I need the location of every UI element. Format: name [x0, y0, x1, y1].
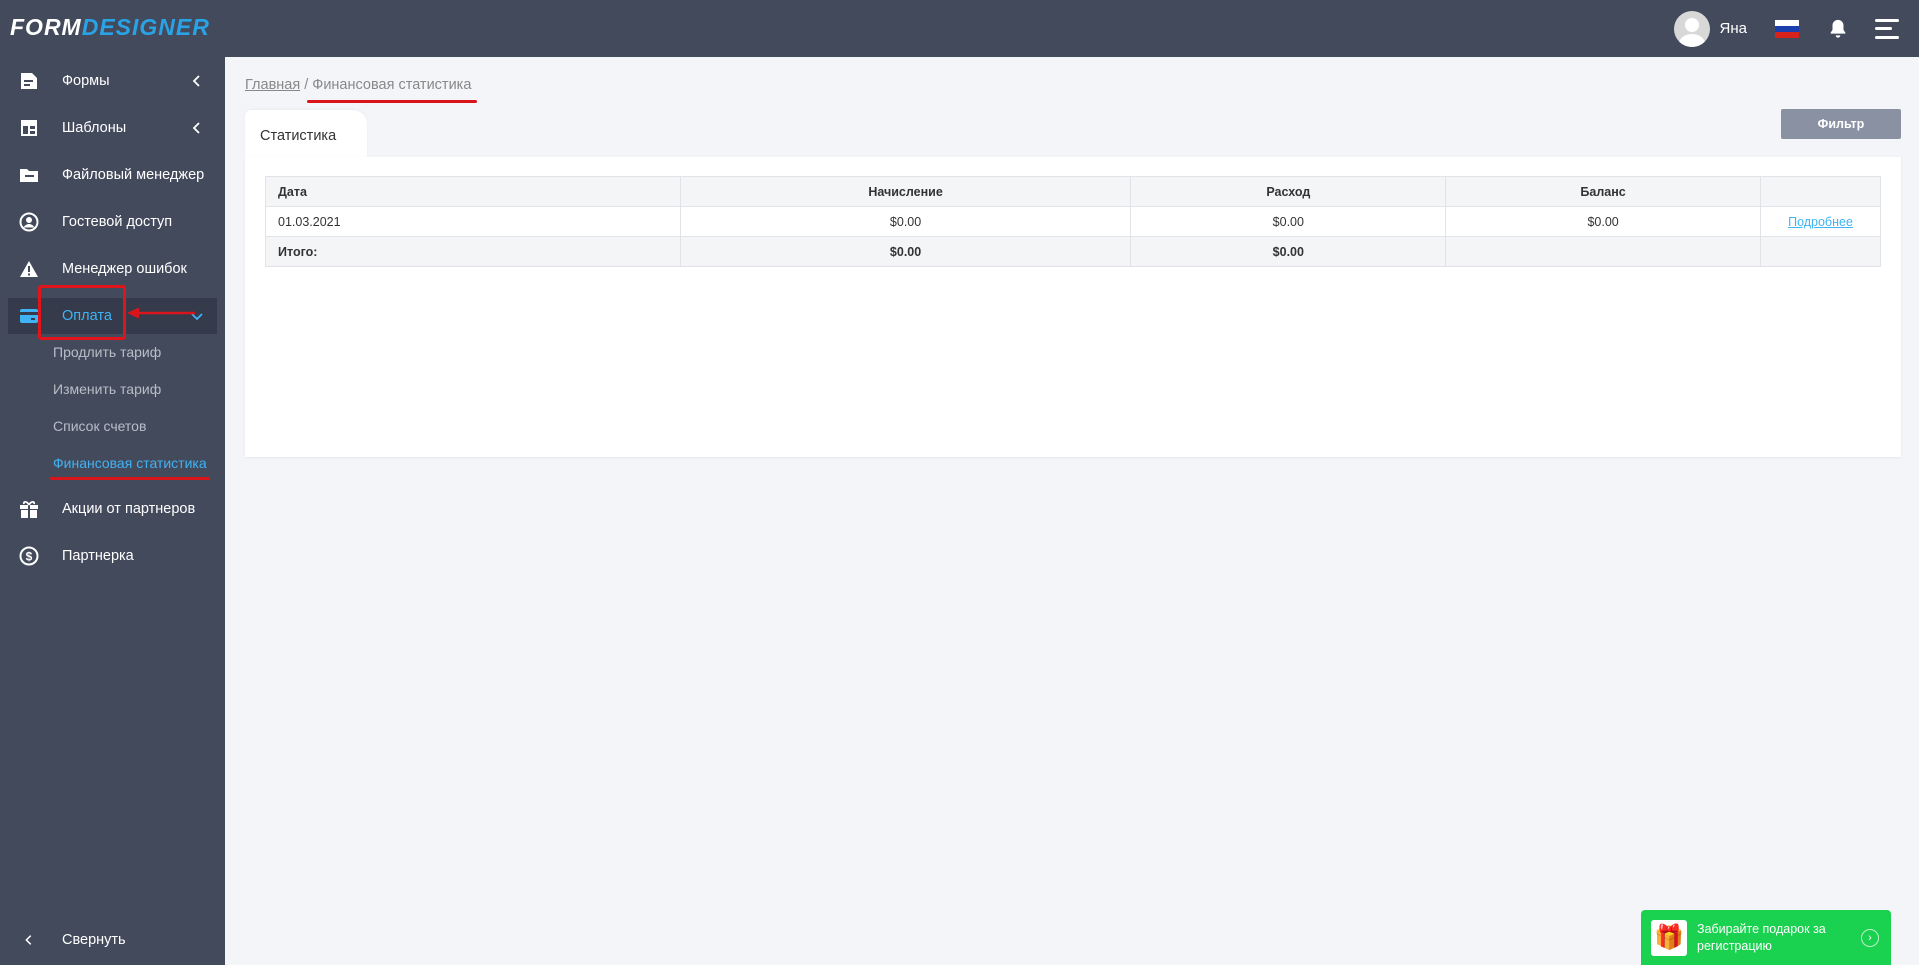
sidebar-item-forms[interactable]: Формы [8, 63, 217, 99]
logo-text-designer: DESIGNER [81, 14, 210, 40]
sidebar-item-label: Файловый менеджер [62, 167, 205, 183]
total-actions [1759, 236, 1882, 267]
total-accrual: $0.00 [679, 236, 1132, 267]
statistics-panel: Дата Начисление Расход Баланс 01.03.2021… [245, 157, 1901, 457]
logo-text-form: FORM [10, 14, 82, 40]
sidebar-item-label: Менеджер ошибок [62, 261, 187, 277]
table-row: 01.03.2021 $0.00 $0.00 $0.00 Подробнее [265, 206, 1882, 237]
sidebar-collapse-button[interactable]: Свернуть [8, 915, 217, 965]
bell-icon[interactable] [1827, 18, 1849, 40]
app-logo[interactable]: FORMDESIGNER [10, 14, 210, 41]
collapse-label: Свернуть [62, 932, 126, 948]
promo-banner[interactable]: 🎁 Забирайте подарок за регистрацию › [1641, 910, 1891, 965]
annotation-underline-breadcrumb [307, 100, 477, 103]
table-total-row: Итого: $0.00 $0.00 [265, 236, 1882, 267]
table-header-row: Дата Начисление Расход Баланс [265, 176, 1882, 207]
column-header-expense[interactable]: Расход [1130, 176, 1447, 207]
annotation-highlight-box [38, 285, 126, 340]
cell-accrual: $0.00 [679, 206, 1132, 237]
folder-icon [18, 165, 40, 185]
breadcrumb-current: Финансовая статистика [312, 77, 472, 93]
sidebar-item-label: Гостевой доступ [62, 214, 173, 230]
filter-button[interactable]: Фильтр [1781, 109, 1901, 139]
russian-flag-icon[interactable] [1775, 19, 1799, 38]
template-icon [18, 118, 40, 138]
promo-text: Забирайте подарок за регистрацию [1697, 921, 1826, 953]
total-label: Итого: [265, 236, 681, 267]
chevron-right-icon[interactable]: › [1861, 929, 1879, 947]
credit-card-icon [18, 306, 40, 326]
column-header-balance[interactable]: Баланс [1445, 176, 1761, 207]
column-header-accrual[interactable]: Начисление [679, 176, 1132, 207]
sidebar-item-guest-access[interactable]: Гостевой доступ [8, 204, 217, 240]
tab-statistics[interactable]: Статистика [245, 110, 367, 158]
sidebar-item-templates[interactable]: Шаблоны [8, 110, 217, 146]
details-link[interactable]: Подробнее [1788, 215, 1853, 229]
column-header-actions [1759, 176, 1882, 207]
cell-balance: $0.00 [1445, 206, 1761, 237]
header-actions: Яна [1673, 0, 1919, 57]
warning-icon [18, 259, 40, 279]
gift-icon: 🎁 [1651, 919, 1687, 956]
menu-icon[interactable] [1875, 18, 1899, 39]
sidebar-item-label: Шаблоны [62, 120, 127, 136]
breadcrumb-separator: / [304, 77, 309, 93]
gift-icon [18, 499, 40, 519]
sidebar-item-label: Формы [62, 73, 110, 89]
sidebar-subitem-invoice-list[interactable]: Список счетов [53, 418, 146, 434]
cell-expense: $0.00 [1130, 206, 1447, 237]
username-label[interactable]: Яна [1720, 20, 1747, 37]
chevron-left-icon [192, 122, 200, 134]
annotation-underline-sidebar [50, 477, 210, 480]
sidebar: Формы Шаблоны Файловый менеджер Гостевой… [0, 57, 225, 965]
breadcrumb-home-link[interactable]: Главная [245, 77, 300, 93]
top-bar: FORMDESIGNER Яна [0, 0, 1919, 57]
sidebar-item-affiliate[interactable]: $ Партнерка [8, 538, 217, 574]
financial-stats-table: Дата Начисление Расход Баланс 01.03.2021… [265, 176, 1882, 267]
avatar-icon[interactable] [1673, 10, 1710, 47]
sidebar-item-partner-offers[interactable]: Акции от партнеров [8, 491, 217, 527]
form-icon [18, 71, 40, 91]
sidebar-item-error-manager[interactable]: Менеджер ошибок [8, 251, 217, 287]
sidebar-item-label: Акции от партнеров [62, 501, 196, 517]
annotation-arrow [127, 307, 195, 319]
user-circle-icon [18, 212, 40, 232]
total-expense: $0.00 [1130, 236, 1447, 267]
sidebar-item-label: Партнерка [62, 548, 134, 564]
sidebar-item-file-manager[interactable]: Файловый менеджер [8, 157, 217, 193]
cell-date: 01.03.2021 [265, 206, 681, 237]
breadcrumb: Главная / Финансовая статистика [245, 77, 471, 93]
chevron-left-icon [192, 75, 200, 87]
sidebar-subitem-financial-stats[interactable]: Финансовая статистика [53, 455, 207, 471]
chevron-left-icon [18, 933, 40, 947]
svg-text:$: $ [26, 550, 33, 564]
sidebar-subitem-change-plan[interactable]: Изменить тариф [53, 381, 161, 397]
cell-details: Подробнее [1759, 206, 1882, 237]
sidebar-subitem-extend-plan[interactable]: Продлить тариф [53, 344, 161, 360]
dollar-icon: $ [18, 546, 40, 566]
total-balance [1445, 236, 1761, 267]
column-header-date[interactable]: Дата [265, 176, 681, 207]
